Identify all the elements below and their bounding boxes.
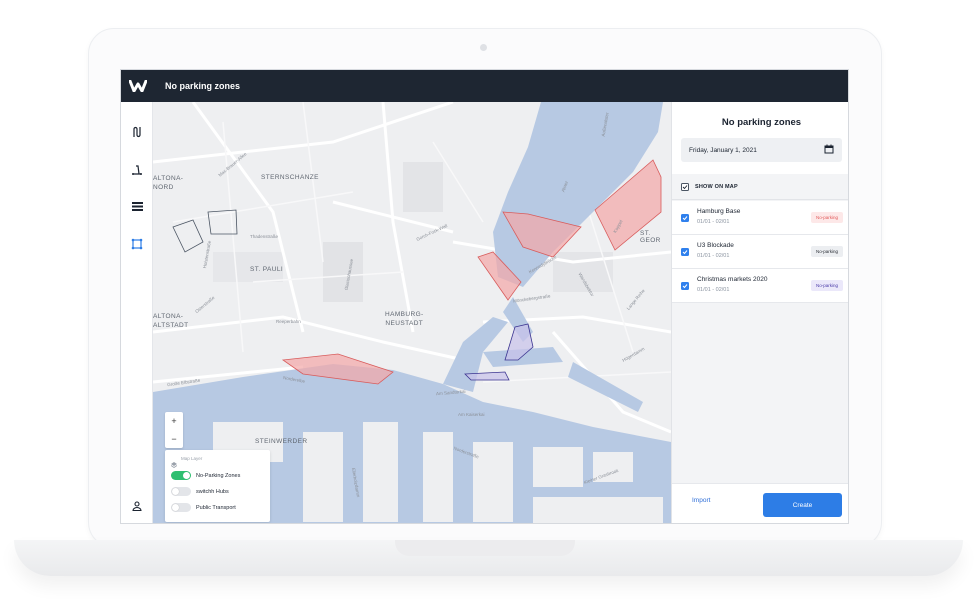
layer-label: switchh Hubs [196, 488, 229, 495]
show-on-map-checkbox[interactable] [681, 182, 689, 191]
route-icon[interactable] [125, 120, 149, 144]
laptop-notch [395, 540, 575, 556]
date-picker[interactable]: Friday, January 1, 2021 [681, 138, 842, 162]
date-value: Friday, January 1, 2021 [689, 146, 757, 154]
map-label: HAMBURG- NEUSTADT [385, 311, 424, 327]
zone-item[interactable]: U3 Blockade 01/01 - 02/01 No-parking [672, 235, 848, 269]
status-badge: No-parking [810, 212, 843, 223]
camera-dot [480, 44, 487, 51]
layer-label: No-Parking Zones [196, 472, 241, 479]
street-label: Reeperbahn [276, 319, 301, 324]
toggle-switch[interactable] [171, 471, 191, 480]
map-label: ALTONA- NORD [153, 175, 184, 191]
w-logo-icon[interactable] [121, 70, 155, 102]
status-badge: No-parking [810, 280, 843, 291]
zone-name: Christmas markets 2020 [697, 276, 768, 283]
map-label: ST. PAULI [250, 266, 284, 273]
zone-checkbox[interactable] [681, 214, 689, 222]
zone-dates: 01/01 - 02/01 [697, 219, 730, 225]
map-layer-panel: Map Layer No-Parking Zones switchh Hubs … [165, 450, 270, 522]
street-label: Thadenstraße [250, 234, 279, 239]
map-view[interactable]: STERNSCHANZE ST. PAULI ALTONA- NORD ALTO… [153, 102, 671, 523]
zoom-out-button[interactable]: − [165, 430, 183, 448]
page-title: No parking zones [165, 81, 241, 91]
top-bar: No parking zones [121, 70, 848, 102]
map-label: STERNSCHANZE [261, 174, 319, 181]
create-button[interactable]: Create [763, 493, 842, 517]
zoom-control: + − [165, 412, 183, 448]
sidebar [121, 102, 153, 523]
map-label: ST. GEOR [640, 230, 661, 244]
show-on-map-row[interactable]: SHOW ON MAP [672, 174, 848, 200]
map-label: STEINWERDER [255, 438, 308, 445]
zone-item[interactable]: Christmas markets 2020 01/01 - 02/01 No-… [672, 269, 848, 303]
zone-checkbox[interactable] [681, 282, 689, 290]
street-label: Am Kaiserkai [458, 412, 485, 417]
zone-item[interactable]: Hamburg Base 01/01 - 02/01 No-parking [672, 201, 848, 235]
map-label: ALTONA- ALTSTADT [153, 313, 189, 329]
zone-checkbox[interactable] [681, 248, 689, 256]
map-layer-title: Map Layer [181, 456, 203, 461]
calendar-icon[interactable] [824, 144, 834, 156]
zones-panel: No parking zones Friday, January 1, 2021… [671, 102, 848, 523]
zone-name: Hamburg Base [697, 208, 741, 215]
layer-toggle-no-parking[interactable]: No-Parking Zones [171, 471, 240, 480]
status-badge: No-parking [810, 246, 843, 257]
app-screen: No parking zones STERNSCHANZE ST. PAULI … [120, 69, 849, 524]
zoom-in-button[interactable]: + [165, 412, 183, 430]
layer-label: Public Transport [196, 504, 236, 511]
zones-icon[interactable] [125, 232, 149, 256]
panel-title: No parking zones [721, 117, 802, 128]
user-icon[interactable] [125, 494, 149, 518]
show-on-map-label: SHOW ON MAP [695, 183, 738, 190]
list-icon[interactable] [125, 194, 149, 218]
zone-name: U3 Blockade [697, 242, 734, 249]
scooter-icon[interactable] [125, 158, 149, 182]
toggle-switch[interactable] [171, 487, 191, 496]
layer-toggle-switchh[interactable]: switchh Hubs [171, 487, 229, 496]
zone-dates: 01/01 - 02/01 [697, 253, 730, 259]
toggle-switch[interactable] [171, 503, 191, 512]
import-button[interactable]: Import [692, 497, 710, 504]
layer-toggle-transport[interactable]: Public Transport [171, 503, 236, 512]
zone-dates: 01/01 - 02/01 [697, 287, 730, 293]
panel-footer: Import Create [672, 483, 848, 523]
